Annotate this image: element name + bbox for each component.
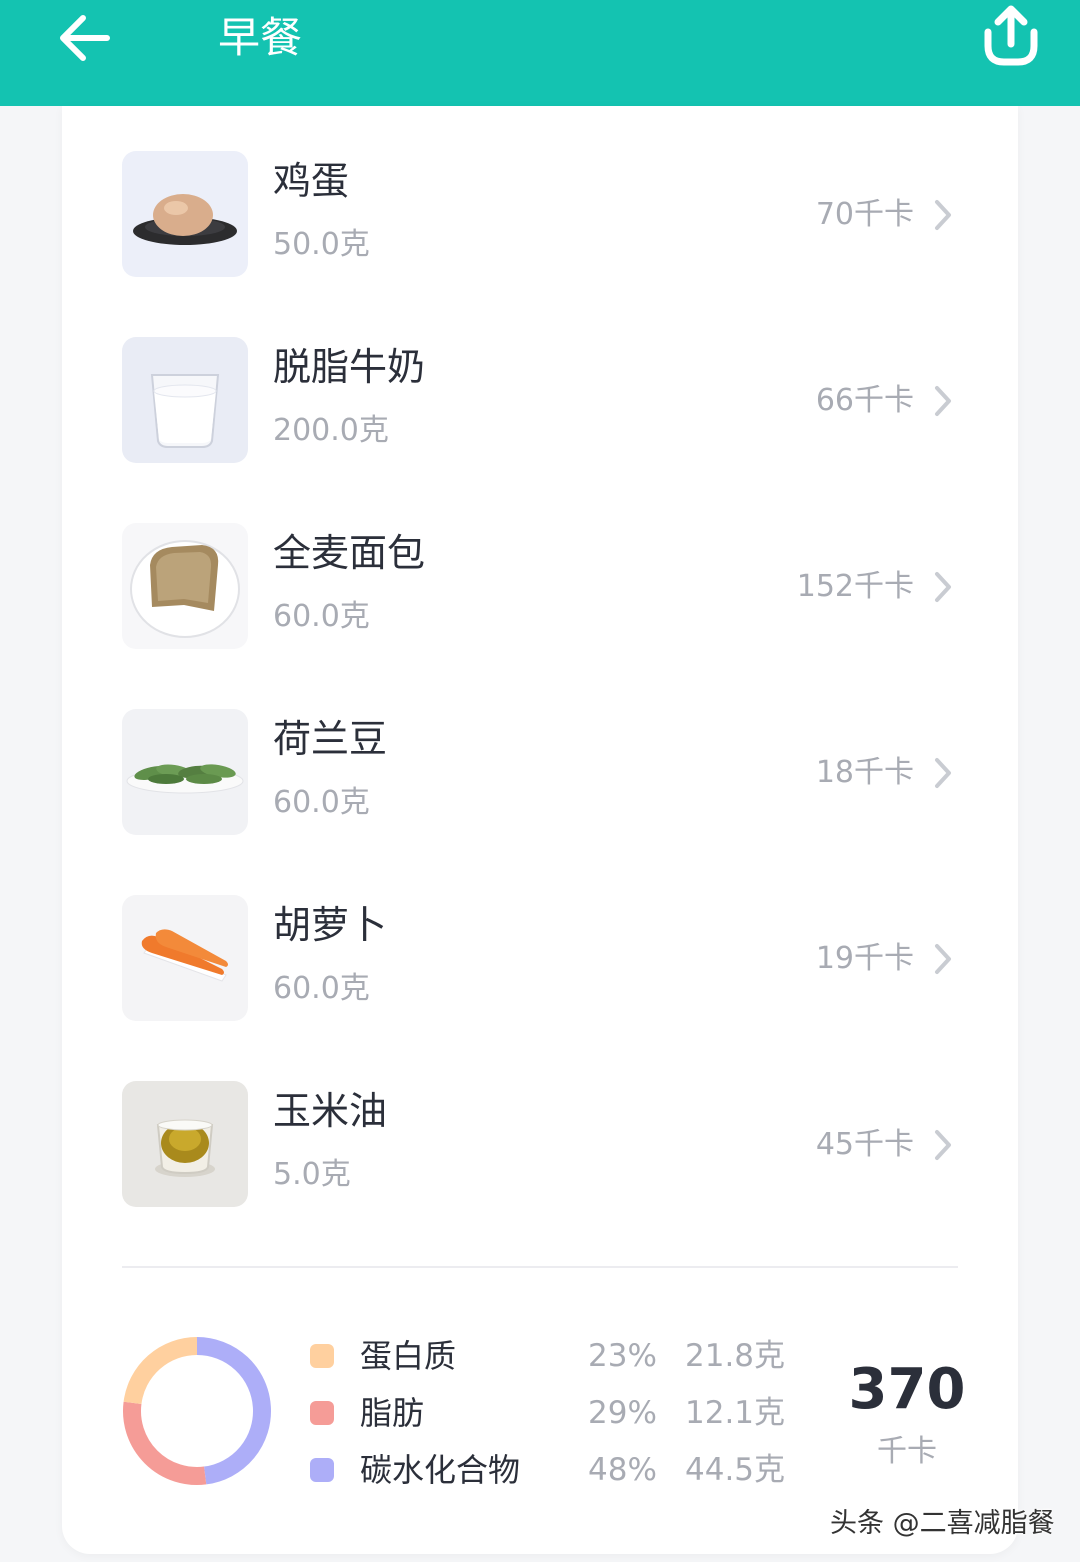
food-calories: 152千卡 (796, 569, 914, 604)
macro-donut-chart (123, 1337, 271, 1485)
legend-color-swatch (310, 1458, 334, 1482)
food-calories: 70千卡 (815, 197, 914, 232)
chevron-right-icon (935, 572, 951, 602)
share-button[interactable] (976, 2, 1046, 70)
legend-percent: 29% (588, 1395, 657, 1431)
food-calories: 45千卡 (815, 1127, 914, 1162)
divider (122, 1266, 958, 1268)
legend-carbohydrate: 碳水化合物 48% 44.5克 (310, 1448, 790, 1492)
arrow-left-icon (60, 15, 110, 61)
food-item-egg[interactable]: 鸡蛋 50.0克 70千卡 (62, 151, 1018, 337)
corn-oil-photo (122, 1081, 248, 1207)
total-calories-unit: 千卡 (877, 1434, 937, 1469)
food-item-skim-milk[interactable]: 脱脂牛奶 200.0克 66千卡 (62, 337, 1018, 523)
donut-segment-2 (196, 1337, 271, 1485)
food-name: 荷兰豆 (273, 717, 388, 761)
chevron-right-icon (935, 386, 951, 416)
snow-peas-photo (122, 709, 248, 835)
food-name: 胡萝卜 (273, 903, 388, 947)
legend-grams: 12.1克 (685, 1395, 786, 1431)
carrots-photo (122, 895, 248, 1021)
share-upload-icon (984, 5, 1038, 66)
toast-photo (122, 523, 248, 649)
legend-label: 脂肪 (360, 1394, 425, 1432)
food-calories: 66千卡 (815, 383, 914, 418)
food-name: 玉米油 (273, 1089, 388, 1133)
total-calories-value: 370 (848, 1357, 966, 1422)
meal-card: 鸡蛋 50.0克 70千卡 脱脂牛奶 200.0克 66千卡 全麦面包 60.0… (62, 106, 1018, 1554)
legend-grams: 21.8克 (685, 1338, 786, 1374)
food-name: 脱脂牛奶 (273, 345, 426, 389)
donut-segment-0 (123, 1337, 198, 1405)
legend-label: 蛋白质 (360, 1337, 457, 1375)
food-amount: 50.0克 (273, 227, 370, 262)
food-item-carrot[interactable]: 胡萝卜 60.0克 19千卡 (62, 895, 1018, 1081)
food-calories: 18千卡 (815, 755, 914, 790)
back-button[interactable] (50, 8, 120, 68)
food-amount: 60.0克 (273, 599, 370, 634)
egg-photo (122, 151, 248, 277)
food-name: 鸡蛋 (273, 159, 350, 203)
chevron-right-icon (935, 1130, 951, 1160)
legend-percent: 48% (588, 1452, 657, 1488)
page-title: 早餐 (218, 13, 303, 62)
food-amount: 60.0克 (273, 971, 370, 1006)
legend-label: 碳水化合物 (360, 1451, 521, 1489)
legend-protein: 蛋白质 23% 21.8克 (310, 1334, 790, 1378)
chevron-right-icon (935, 200, 951, 230)
food-calories: 19千卡 (815, 941, 914, 976)
food-amount: 5.0克 (273, 1157, 351, 1192)
food-amount: 200.0克 (273, 413, 389, 448)
legend-fat: 脂肪 29% 12.1克 (310, 1391, 790, 1435)
food-item-corn-oil[interactable]: 玉米油 5.0克 45千卡 (62, 1081, 1018, 1267)
food-item-whole-wheat-bread[interactable]: 全麦面包 60.0克 152千卡 (62, 523, 1018, 709)
chevron-right-icon (935, 944, 951, 974)
food-amount: 60.0克 (273, 785, 370, 820)
legend-color-swatch (310, 1344, 334, 1368)
legend-grams: 44.5克 (685, 1452, 786, 1488)
food-name: 全麦面包 (273, 531, 426, 575)
donut-segment-1 (123, 1401, 207, 1485)
watermark: 头条 @二喜减脂餐 (830, 1508, 1055, 1539)
milk-glass-photo (122, 337, 248, 463)
legend-percent: 23% (588, 1338, 657, 1374)
legend-color-swatch (310, 1401, 334, 1425)
top-bar: 早餐 (0, 0, 1080, 106)
food-item-snow-peas[interactable]: 荷兰豆 60.0克 18千卡 (62, 709, 1018, 895)
chevron-right-icon (935, 758, 951, 788)
